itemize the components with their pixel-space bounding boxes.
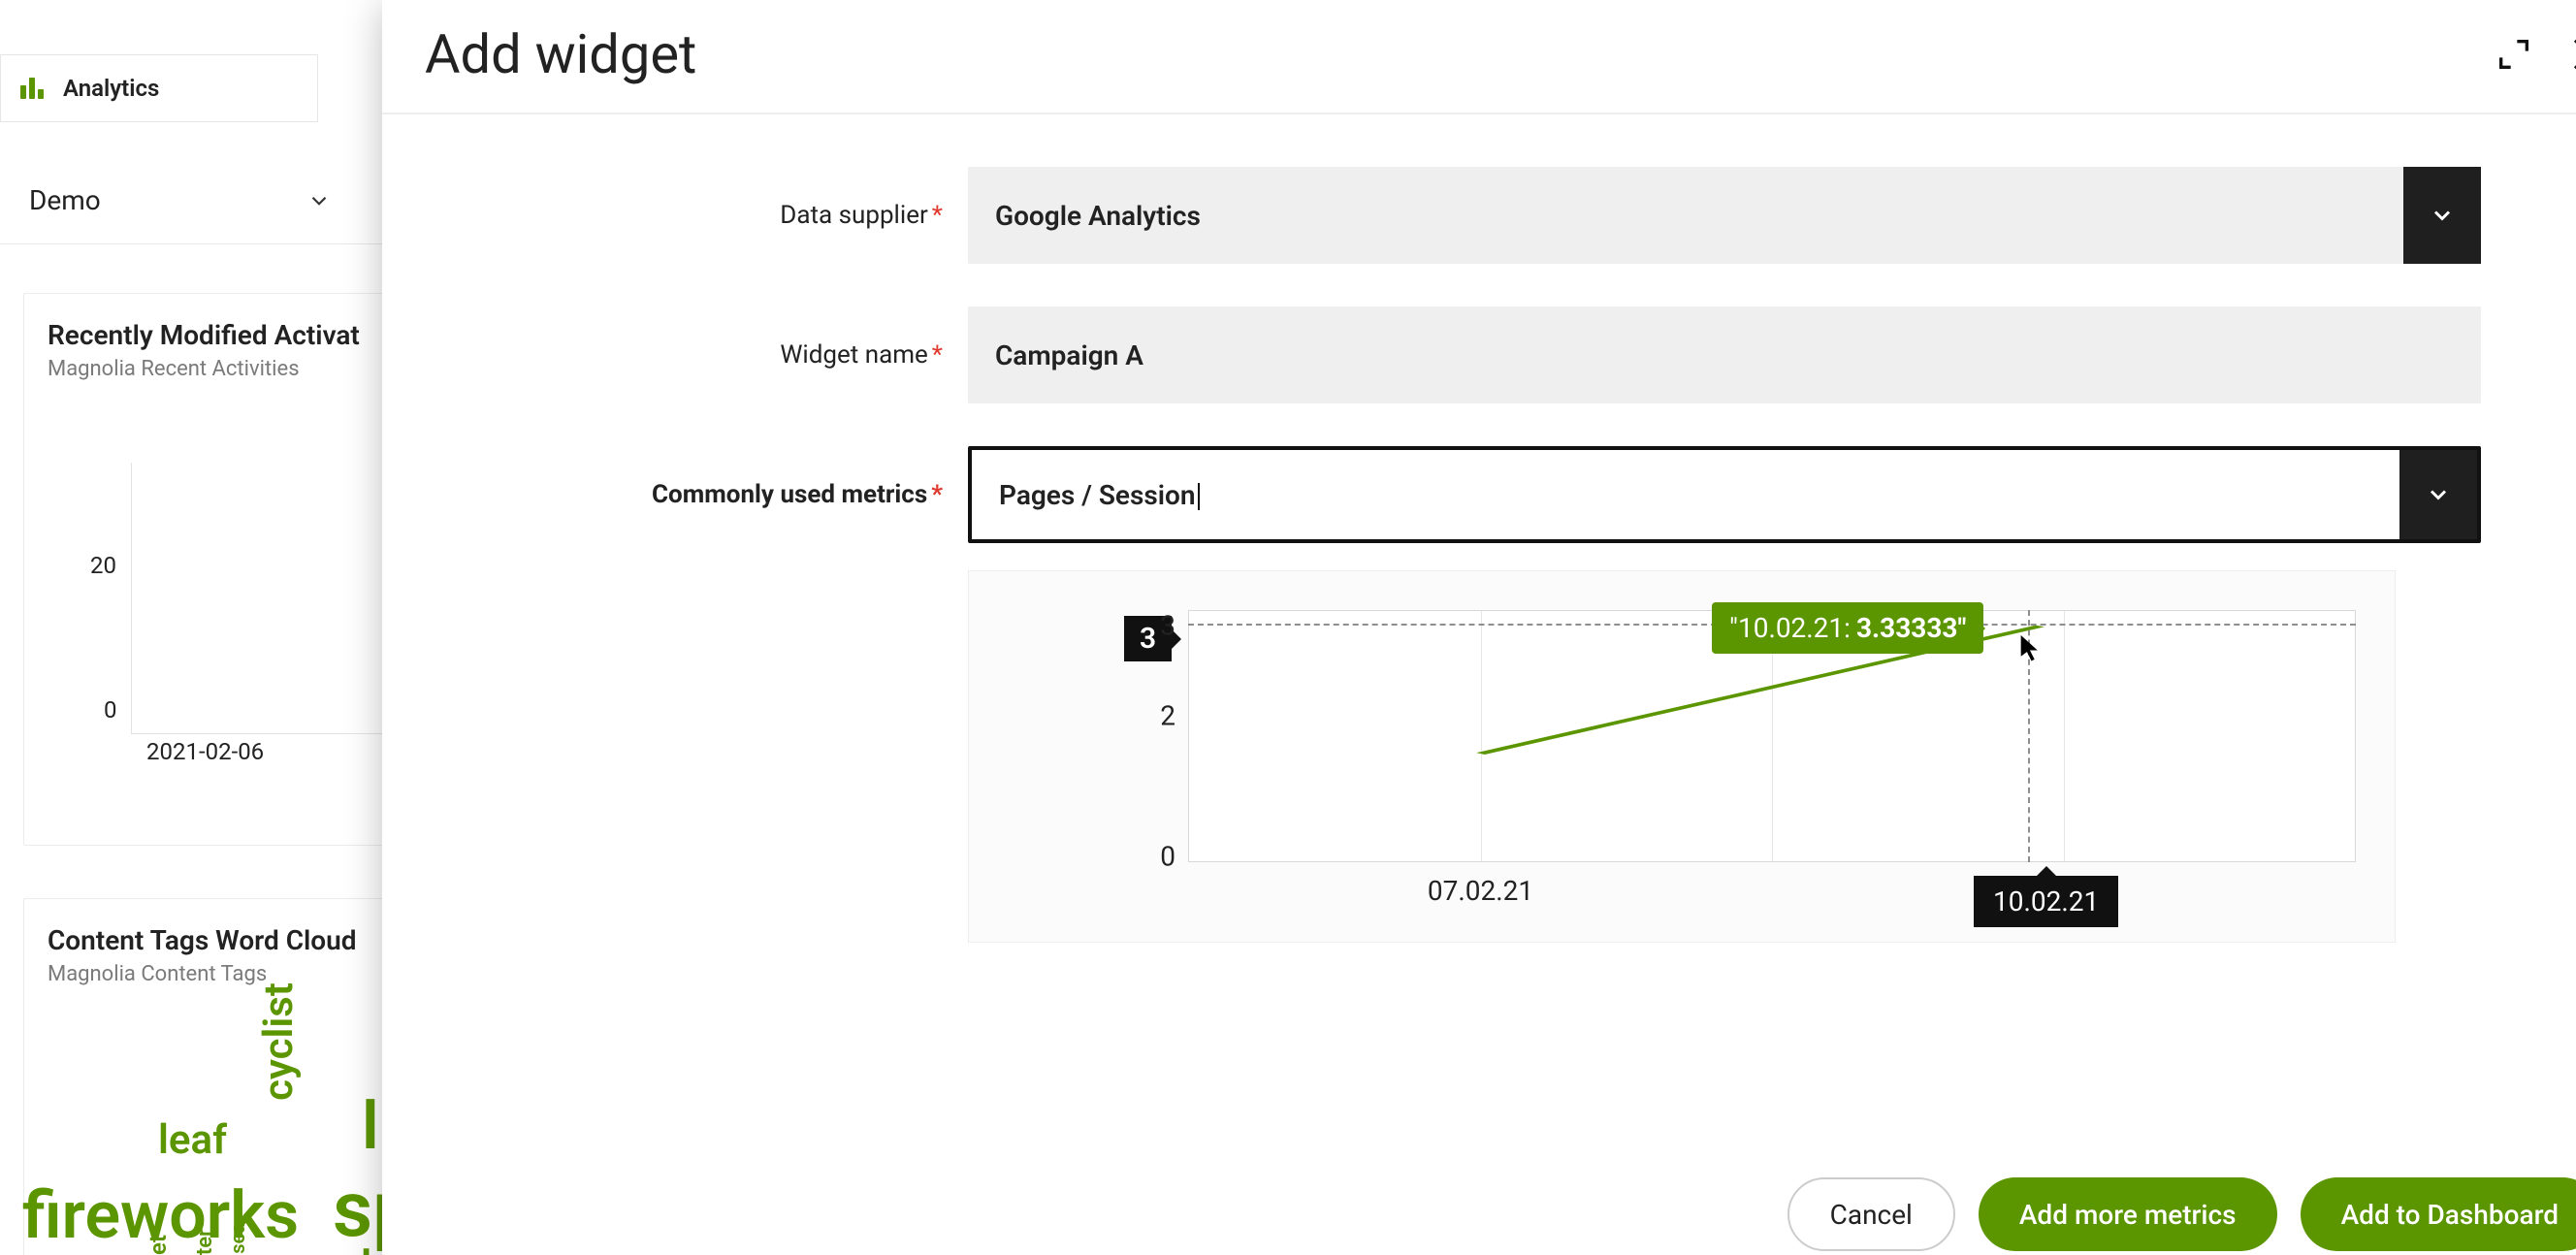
label-text: Data supplier xyxy=(780,201,928,230)
y-tick-label: 2 xyxy=(1160,700,1175,732)
tooltip-value: 3.33333" xyxy=(1856,612,1966,644)
app-tab-analytics[interactable]: Analytics xyxy=(0,54,318,122)
label-text: Commonly used metrics xyxy=(652,480,927,509)
label-text: Widget name xyxy=(780,340,927,370)
mouse-cursor-icon xyxy=(2020,635,2038,660)
chart-tooltip: "10.02.21: 3.33333" xyxy=(1712,602,1983,654)
row-data-supplier: Data supplier* Google Analytics xyxy=(555,167,2481,264)
tooltip-date: "10.02.21: xyxy=(1729,612,1851,644)
y-tick-label: 3 xyxy=(1160,610,1175,642)
y-tick-label: 20 xyxy=(90,552,116,579)
chart-preview: 3 3 2 0 07.02.21 xyxy=(968,570,2396,943)
analytics-icon xyxy=(20,78,49,99)
label-metric: Commonly used metrics* xyxy=(555,480,968,509)
metric-select[interactable]: Pages / Session xyxy=(968,446,2481,543)
close-icon[interactable] xyxy=(2568,33,2576,76)
row-widget-name: Widget name* Campaign A xyxy=(555,306,2481,403)
chevron-down-icon[interactable] xyxy=(2399,450,2477,539)
field-value: Pages / Session xyxy=(999,479,1200,511)
label-data-supplier: Data supplier* xyxy=(555,201,968,230)
wc-word: water xyxy=(195,1229,216,1255)
add-widget-dialog: Add widget Data supplier* Google Analyti… xyxy=(382,0,2576,1255)
wc-word: gravel xyxy=(255,1244,371,1255)
required-marker: * xyxy=(931,480,943,509)
cancel-button[interactable]: Cancel xyxy=(1787,1177,1955,1251)
field-value: Google Analytics xyxy=(995,200,1201,232)
app-tab-label: Analytics xyxy=(63,75,159,102)
dialog-body: Data supplier* Google Analytics Widget n… xyxy=(382,114,2576,1255)
dialog-header: Add widget xyxy=(382,0,2576,114)
add-to-dashboard-button[interactable]: Add to Dashboard xyxy=(2301,1177,2576,1251)
x-tick-label: 07.02.21 xyxy=(1428,875,1533,907)
dashboard-selector[interactable]: Demo xyxy=(29,184,101,216)
widget-name-input[interactable]: Campaign A xyxy=(968,306,2481,403)
chevron-down-icon[interactable] xyxy=(2403,167,2481,264)
wc-word: sunset xyxy=(146,1235,170,1255)
chevron-down-icon[interactable] xyxy=(306,188,332,213)
wc-word: cyclist xyxy=(259,982,300,1101)
y-tick-label: 0 xyxy=(104,696,117,724)
field-value: Campaign A xyxy=(995,339,1143,371)
y-tick-label: 0 xyxy=(1160,840,1175,872)
wc-word: sea xyxy=(228,1223,247,1254)
x-tick-label: 2021-02-06 xyxy=(146,738,264,765)
wc-word: leaf xyxy=(158,1120,227,1161)
dialog-footer: Cancel Add more metrics Add to Dashboard xyxy=(1787,1177,2576,1251)
required-marker: * xyxy=(932,340,943,370)
add-more-metrics-button[interactable]: Add more metrics xyxy=(1979,1177,2277,1251)
x-cursor-label: 10.02.21 xyxy=(1974,876,2118,927)
label-widget-name: Widget name* xyxy=(555,340,968,370)
row-metric: Commonly used metrics* Pages / Session xyxy=(555,446,2481,543)
expand-icon[interactable] xyxy=(2495,35,2533,74)
data-supplier-select[interactable]: Google Analytics xyxy=(968,167,2481,264)
required-marker: * xyxy=(932,201,943,230)
dialog-title: Add widget xyxy=(425,22,696,86)
